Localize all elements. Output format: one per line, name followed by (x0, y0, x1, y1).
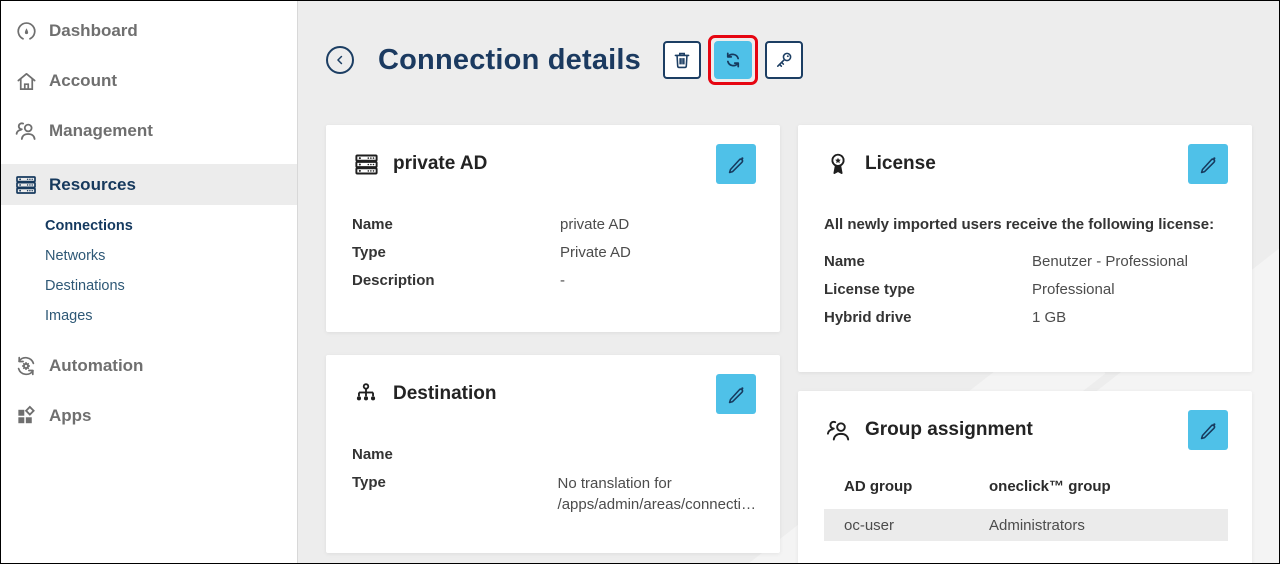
group-table: AD group oneclick™ group oc-user Adminis… (824, 472, 1228, 541)
field-value: Private AD (560, 239, 631, 267)
page-title: Connection details (378, 44, 641, 77)
edit-groups-button[interactable] (1188, 410, 1228, 450)
pencil-icon (725, 383, 747, 405)
field-row: Hybrid drive 1 GB (824, 304, 1228, 332)
column-header-oneclick-group: oneclick™ group (989, 478, 1228, 495)
highlight-annotation (708, 35, 758, 85)
card-title: Group assignment (865, 419, 1033, 441)
card-title: License (865, 153, 936, 175)
sidebar-item-apps[interactable]: Apps (1, 391, 297, 441)
field-value-line: No translation for (558, 473, 756, 494)
chevron-left-icon (333, 53, 347, 67)
trash-icon (671, 49, 693, 71)
gauge-icon (14, 19, 38, 43)
card-title: Destination (393, 383, 496, 405)
sidebar-item-images[interactable]: Images (45, 301, 297, 331)
automation-icon (14, 354, 38, 378)
sidebar-item-label: Management (49, 121, 153, 141)
field-label: Name (352, 441, 560, 469)
cell-ad-group: oc-user (824, 517, 989, 534)
server-icon (352, 150, 380, 178)
sidebar-item-automation[interactable]: Automation (1, 341, 297, 391)
field-value: No translation for /apps/admin/areas/con… (558, 469, 756, 515)
destination-card: Destination Name (326, 355, 780, 553)
edit-destination-button[interactable] (716, 374, 756, 414)
edit-connection-button[interactable] (716, 144, 756, 184)
edit-license-button[interactable] (1188, 144, 1228, 184)
pencil-icon (1197, 419, 1219, 441)
server-icon (14, 173, 38, 197)
delete-button[interactable] (663, 41, 701, 79)
license-note: All newly imported users receive the fol… (824, 211, 1228, 239)
sidebar-item-account[interactable]: Account (1, 56, 297, 106)
field-row: Description - (352, 267, 756, 295)
sidebar-item-label: Dashboard (49, 21, 138, 41)
field-row: Type No translation for /apps/admin/area… (352, 469, 756, 515)
card-title: private AD (393, 153, 487, 175)
resources-subnav: Connections Networks Destinations Images (1, 205, 297, 331)
sidebar-item-label: Automation (49, 356, 143, 376)
back-button[interactable] (326, 46, 354, 74)
field-value: Benutzer - Professional (1032, 248, 1188, 276)
sidebar-item-destinations[interactable]: Destinations (45, 271, 297, 301)
group-table-header: AD group oneclick™ group (824, 472, 1228, 500)
field-row: Name (352, 441, 756, 469)
table-row[interactable]: oc-user Administrators (824, 509, 1228, 541)
main-content: Connection details (298, 1, 1279, 563)
users-icon (14, 119, 38, 143)
column-header-ad-group: AD group (824, 478, 989, 495)
cards-grid: private AD Name private AD (326, 125, 1252, 563)
award-icon (824, 150, 852, 178)
sidebar: Dashboard Account Management (1, 1, 298, 563)
field-row: Name Benutzer - Professional (824, 248, 1228, 276)
sidebar-item-networks[interactable]: Networks (45, 241, 297, 271)
sidebar-item-management[interactable]: Management (1, 106, 297, 156)
group-assignment-card: Group assignment AD group oneclick™ (798, 391, 1252, 563)
field-label: Hybrid drive (824, 304, 1032, 332)
users-icon (824, 416, 852, 444)
field-label: Name (352, 211, 560, 239)
field-label: Description (352, 267, 560, 295)
header-actions (663, 35, 803, 85)
sitemap-icon (352, 380, 380, 408)
sidebar-item-label: Resources (49, 175, 136, 195)
credentials-button[interactable] (765, 41, 803, 79)
sidebar-item-connections[interactable]: Connections (45, 211, 297, 241)
field-value: 1 GB (1032, 304, 1066, 332)
sync-button[interactable] (714, 41, 752, 79)
pencil-icon (725, 153, 747, 175)
field-row: Type Private AD (352, 239, 756, 267)
field-value: private AD (560, 211, 629, 239)
cell-oneclick-group: Administrators (989, 517, 1228, 534)
field-label: Type (352, 239, 560, 267)
field-row: Name private AD (352, 211, 756, 239)
field-value-line: /apps/admin/areas/connecti… (558, 494, 756, 515)
home-icon (14, 69, 38, 93)
pencil-icon (1197, 153, 1219, 175)
sync-icon (722, 49, 744, 71)
field-label: Type (352, 469, 558, 497)
page-header: Connection details (326, 39, 1252, 81)
sidebar-item-label: Account (49, 71, 117, 91)
field-value: Professional (1032, 276, 1115, 304)
key-icon (773, 49, 795, 71)
sidebar-item-resources[interactable]: Resources (1, 164, 297, 205)
field-label: Name (824, 248, 1032, 276)
field-row: License type Professional (824, 276, 1228, 304)
field-value: - (560, 267, 565, 295)
connection-card: private AD Name private AD (326, 125, 780, 332)
field-label: License type (824, 276, 1032, 304)
sidebar-item-dashboard[interactable]: Dashboard (1, 6, 297, 56)
sidebar-item-label: Apps (49, 406, 92, 426)
license-card: License All newly imported users receive… (798, 125, 1252, 372)
apps-grid-icon (14, 404, 38, 428)
